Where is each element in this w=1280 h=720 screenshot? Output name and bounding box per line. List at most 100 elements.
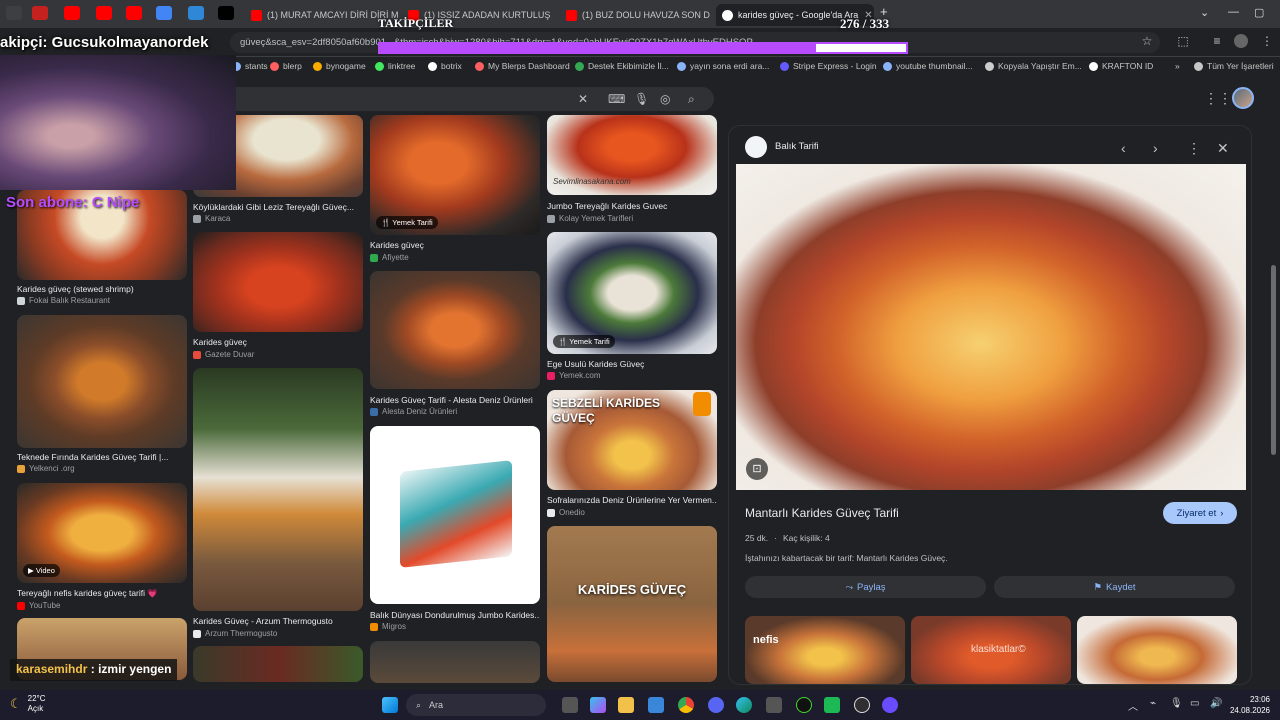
pinned-tab-1[interactable]	[6, 6, 22, 20]
close-icon[interactable]: ✕	[710, 10, 715, 21]
bookmark-item[interactable]: blerp	[270, 61, 302, 71]
pinned-tab-8[interactable]	[218, 6, 234, 20]
store-icon[interactable]	[648, 697, 664, 713]
result-image[interactable]: Sevimlinasakana.com	[547, 115, 717, 195]
clear-icon[interactable]: ✕	[578, 92, 588, 106]
result-source[interactable]: Gazete Duvar	[193, 350, 254, 359]
clock[interactable]: 23:06 24.08.2026	[1222, 694, 1270, 716]
result-caption[interactable]: Tereyağlı nefis karides güveç tarifi 💗	[17, 588, 187, 599]
volume-icon[interactable]: 🔊	[1210, 698, 1222, 709]
discord-icon[interactable]	[708, 697, 724, 713]
copilot-icon[interactable]	[590, 697, 606, 713]
pinned-tab-2[interactable]	[32, 6, 48, 20]
result-source[interactable]: Migros	[370, 622, 406, 631]
result-caption[interactable]: Karides güveç	[193, 337, 363, 347]
bookmark-item[interactable]: stants	[232, 61, 268, 71]
related-image[interactable]: klasiktatlar©	[911, 616, 1071, 684]
start-icon[interactable]	[382, 697, 398, 713]
result-caption[interactable]: Ege Usulü Karides Güveç	[547, 359, 717, 369]
result-image[interactable]: SEBZELİ KARİDES GÜVEÇ	[547, 390, 717, 490]
scroll-thumb[interactable]	[1271, 265, 1276, 455]
media-icon[interactable]: ≡	[1210, 34, 1224, 48]
search-input[interactable]: ✕ ⌨ 🎙 ◎ ⌕	[220, 87, 714, 111]
preview-image[interactable]: ⊡	[736, 164, 1246, 490]
site-name[interactable]: Balık Tarifi	[775, 141, 819, 152]
recipe-title[interactable]: Mantarlı Karides Güveç Tarifi	[745, 506, 899, 520]
visit-button[interactable]: Ziyaret et ›	[1163, 502, 1237, 524]
star-icon[interactable]: ☆	[1140, 34, 1154, 48]
related-image[interactable]: nefis	[745, 616, 905, 684]
lens-icon[interactable]: ◎	[660, 92, 670, 106]
mic-icon[interactable]: 🎙	[634, 92, 649, 106]
file-explorer-icon[interactable]	[618, 697, 634, 713]
bookmark-item[interactable]: Kopyala Yapıştır Em...	[985, 61, 1082, 71]
keyboard-icon[interactable]: ⌨	[608, 92, 625, 106]
pinned-tab-5[interactable]	[126, 6, 142, 20]
tab-search-icon[interactable]: ⌄	[1200, 6, 1209, 19]
result-caption[interactable]: Köylüklardaki Gibi Leziz Tereyağlı Güveç…	[193, 202, 363, 212]
result-caption[interactable]: Sofralarınızda Deniz Ürünlerine Yer Verm…	[547, 495, 717, 505]
result-caption[interactable]: Karides güveç (stewed shrimp)	[17, 284, 187, 294]
result-caption[interactable]: Karides Güveç Tarifi - Alesta Deniz Ürün…	[370, 395, 540, 405]
result-source[interactable]: Onedio	[547, 508, 585, 517]
close-icon[interactable]: ✕	[1217, 140, 1229, 157]
result-image[interactable]: 🍴 Yemek Tarifi	[370, 115, 540, 235]
tab-buz[interactable]: (1) BUZ DOLU HAVUZA SON D ✕	[560, 4, 715, 26]
taskbar-search[interactable]: ⌕ Ara	[406, 694, 546, 716]
result-source[interactable]: Afiyette	[370, 253, 409, 262]
pinned-tab-3[interactable]	[64, 6, 80, 20]
menu-icon[interactable]: ⋮	[1260, 34, 1274, 48]
result-image[interactable]: ▶ Video	[17, 483, 187, 583]
more-options-icon[interactable]: ⋮	[1187, 140, 1201, 157]
result-source[interactable]: Kolay Yemek Tarifleri	[547, 214, 633, 223]
task-view-icon[interactable]	[562, 697, 578, 713]
pinned-tab-6[interactable]	[156, 6, 172, 20]
search-icon[interactable]: ⌕	[688, 92, 695, 107]
result-caption[interactable]: Teknede Fırında Karides Güveç Tarifi |..…	[17, 452, 187, 462]
tray-chevron-icon[interactable]: ︿	[1128, 698, 1138, 713]
result-source[interactable]: Fokai Balık Restaurant	[17, 296, 110, 305]
bookmark-item[interactable]: botrix	[428, 61, 462, 71]
result-caption[interactable]: Jumbo Tereyağlı Karides Guvec	[547, 201, 717, 211]
obs-icon[interactable]	[854, 697, 870, 713]
result-source[interactable]: Alesta Deniz Ürünleri	[370, 407, 457, 416]
result-image[interactable]	[370, 426, 540, 604]
result-image[interactable]	[193, 232, 363, 332]
apps-grid-icon[interactable]: ⋮⋮	[1204, 90, 1232, 107]
result-caption[interactable]: Karides Güveç - Arzum Thermogusto	[193, 616, 363, 626]
extensions-icon[interactable]: ⬚	[1176, 34, 1190, 48]
result-source[interactable]: YouTube	[17, 601, 60, 610]
result-image[interactable]: KARİDES GÜVEÇ	[547, 526, 717, 682]
result-source[interactable]: Karaca	[193, 214, 230, 223]
result-image[interactable]	[193, 368, 363, 611]
weather-widget[interactable]: ☾ 22°C Açık	[10, 694, 46, 714]
result-source[interactable]: Arzum Thermogusto	[193, 629, 277, 638]
maximize-icon[interactable]: ▢	[1254, 6, 1264, 19]
bookmark-item[interactable]: youtube thumbnail...	[883, 61, 973, 71]
result-image[interactable]	[17, 315, 187, 448]
tab-murat[interactable]: (1) MURAT AMCAYI DİRİ DİRİ M ✕	[245, 4, 400, 26]
bookmark-item[interactable]: My Blerps Dashboard	[475, 61, 570, 71]
lens-search-icon[interactable]: ⊡	[746, 458, 768, 480]
pinned-tab-7[interactable]	[188, 6, 204, 20]
save-button[interactable]: ⚑ Kaydet	[994, 576, 1235, 598]
result-source[interactable]: Yelkenci .org	[17, 464, 75, 473]
result-image[interactable]: 🍴 Yemek Tarifi	[547, 232, 717, 354]
chrome-icon[interactable]	[678, 697, 694, 713]
bookmark-item[interactable]: Tüm Yer İşaretleri	[1194, 61, 1274, 71]
edge-icon[interactable]	[736, 697, 752, 713]
account-avatar[interactable]	[1232, 87, 1254, 109]
bookmark-item[interactable]: Destek Ekibimizle İl...	[575, 61, 669, 71]
minimize-icon[interactable]: —	[1228, 6, 1239, 18]
share-button[interactable]: ⤳ Paylaş	[745, 576, 986, 598]
profile-avatar[interactable]	[1234, 34, 1248, 48]
bookmark-item[interactable]: bynogame	[313, 61, 366, 71]
bookmark-item[interactable]: KRAFTON ID	[1089, 61, 1153, 71]
chat-app-icon[interactable]	[882, 697, 898, 713]
result-image[interactable]	[370, 641, 540, 683]
network-icon[interactable]: ⌁	[1150, 698, 1156, 709]
page-scrollbar[interactable]	[1271, 125, 1276, 680]
bookmark-item[interactable]: yayın sona erdi ara...	[677, 61, 769, 71]
previous-icon[interactable]: ‹	[1121, 140, 1126, 156]
mic-icon[interactable]: 🎙	[1170, 698, 1183, 709]
